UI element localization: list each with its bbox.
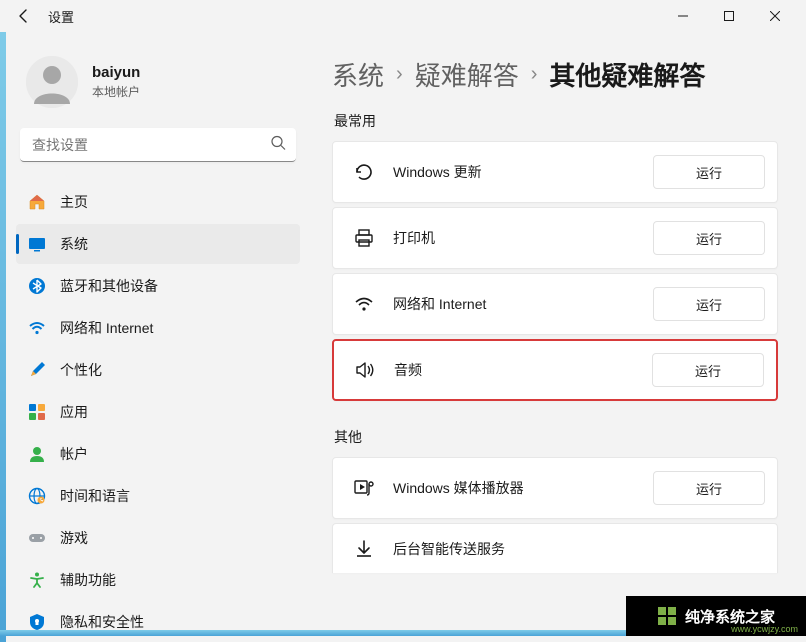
run-button[interactable]: 运行 (653, 155, 765, 189)
watermark: 纯净系统之家 www.ycwjzy.com (626, 596, 806, 636)
bluetooth-icon (28, 277, 46, 295)
card-label: 音频 (394, 360, 652, 380)
crumb-troubleshoot[interactable]: 疑难解答 (415, 56, 519, 93)
search-input[interactable] (20, 128, 296, 162)
nav-label: 游戏 (60, 528, 88, 548)
system-icon (28, 235, 46, 253)
window-controls (660, 0, 798, 32)
run-button[interactable]: 运行 (653, 221, 765, 255)
crumb-system[interactable]: 系统 (332, 56, 384, 93)
close-icon (770, 11, 780, 21)
settings-window: 设置 baiyun 本地帐户 (0, 0, 806, 636)
sidebar-item-accounts[interactable]: 帐户 (16, 434, 300, 474)
watermark-url: www.ycwjzy.com (731, 624, 798, 634)
sidebar-item-system[interactable]: 系统 (16, 224, 300, 264)
home-icon (28, 193, 46, 211)
card-label: Windows 媒体播放器 (393, 478, 653, 498)
refresh-icon (353, 161, 375, 183)
chevron-right-icon: › (396, 63, 403, 86)
user-block[interactable]: baiyun 本地帐户 (16, 42, 300, 128)
nav-label: 系统 (60, 234, 88, 254)
nav-label: 主页 (60, 192, 88, 212)
shield-icon (28, 613, 46, 631)
card-label: 后台智能传送服务 (393, 539, 765, 559)
minimize-button[interactable] (660, 0, 706, 32)
search-box (20, 128, 296, 162)
avatar-icon (26, 56, 78, 108)
minimize-icon (678, 11, 688, 21)
run-button[interactable]: 运行 (653, 471, 765, 505)
nav-label: 网络和 Internet (60, 318, 153, 338)
troubleshooter-printer[interactable]: 打印机 运行 (332, 207, 778, 269)
wifi-icon (353, 293, 375, 315)
sidebar-item-accessibility[interactable]: 辅助功能 (16, 560, 300, 600)
nav-label: 应用 (60, 402, 88, 422)
chevron-right-icon: › (531, 63, 538, 86)
window-title: 设置 (48, 7, 74, 26)
sidebar: baiyun 本地帐户 主页 系统 (6, 32, 310, 642)
sidebar-item-network[interactable]: 网络和 Internet (16, 308, 300, 348)
avatar (26, 56, 78, 108)
user-info: baiyun 本地帐户 (92, 64, 140, 100)
nav-label: 辅助功能 (60, 570, 116, 590)
titlebar: 设置 (0, 0, 806, 32)
nav-label: 时间和语言 (60, 486, 130, 506)
close-button[interactable] (752, 0, 798, 32)
breadcrumb: 系统 › 疑难解答 › 其他疑难解答 (332, 56, 778, 93)
search-icon (270, 135, 286, 156)
apps-icon (28, 403, 46, 421)
crumb-current: 其他疑难解答 (549, 56, 705, 93)
media-player-icon (353, 477, 375, 499)
main-panel: 系统 › 疑难解答 › 其他疑难解答 最常用 Windows 更新 运行 打印机… (310, 32, 806, 642)
troubleshooter-audio[interactable]: 音频 运行 (332, 339, 778, 401)
nav-label: 蓝牙和其他设备 (60, 276, 158, 296)
brush-icon (28, 361, 46, 379)
troubleshooter-bits[interactable]: 后台智能传送服务 (332, 523, 778, 573)
sidebar-item-home[interactable]: 主页 (16, 182, 300, 222)
section-title-other: 其他 (334, 427, 778, 447)
run-button[interactable]: 运行 (652, 353, 764, 387)
maximize-button[interactable] (706, 0, 752, 32)
sidebar-item-apps[interactable]: 应用 (16, 392, 300, 432)
maximize-icon (724, 11, 734, 21)
account-icon (28, 445, 46, 463)
arrow-left-icon (16, 8, 32, 24)
troubleshooter-windows-update[interactable]: Windows 更新 运行 (332, 141, 778, 203)
troubleshooter-network[interactable]: 网络和 Internet 运行 (332, 273, 778, 335)
nav-list: 主页 系统 蓝牙和其他设备 网络和 Internet 个性化 (16, 182, 300, 642)
nav-label: 帐户 (60, 444, 88, 464)
sidebar-item-gaming[interactable]: 游戏 (16, 518, 300, 558)
wifi-icon (28, 319, 46, 337)
card-label: Windows 更新 (393, 162, 653, 182)
download-icon (353, 538, 375, 560)
sidebar-item-time-language[interactable]: 时间和语言 (16, 476, 300, 516)
globe-icon (28, 487, 46, 505)
watermark-logo-icon (657, 606, 677, 626)
user-name: baiyun (92, 64, 140, 81)
gaming-icon (28, 529, 46, 547)
sidebar-item-bluetooth[interactable]: 蓝牙和其他设备 (16, 266, 300, 306)
back-button[interactable] (8, 0, 40, 32)
sidebar-item-privacy[interactable]: 隐私和安全性 (16, 602, 300, 642)
section-title-frequent: 最常用 (334, 111, 778, 131)
troubleshooter-media-player[interactable]: Windows 媒体播放器 运行 (332, 457, 778, 519)
accessibility-icon (28, 571, 46, 589)
nav-label: 隐私和安全性 (60, 612, 144, 632)
content-area: baiyun 本地帐户 主页 系统 (0, 32, 806, 642)
card-label: 网络和 Internet (393, 294, 653, 314)
audio-icon (354, 359, 376, 381)
sidebar-item-personalization[interactable]: 个性化 (16, 350, 300, 390)
nav-label: 个性化 (60, 360, 102, 380)
user-type: 本地帐户 (92, 83, 140, 100)
run-button[interactable]: 运行 (653, 287, 765, 321)
card-label: 打印机 (393, 228, 653, 248)
printer-icon (353, 227, 375, 249)
